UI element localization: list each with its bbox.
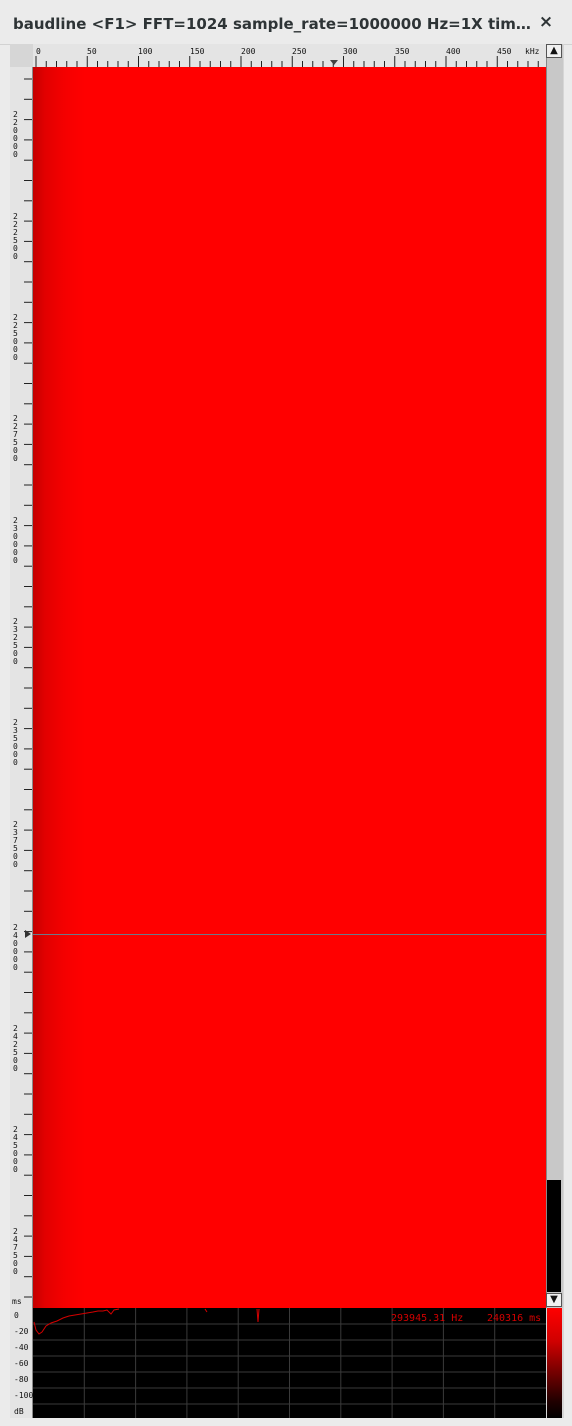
scrollbar-thumb[interactable] bbox=[547, 1180, 561, 1292]
time-label: 232500 bbox=[13, 617, 18, 666]
db-label: -40 bbox=[14, 1343, 29, 1352]
freq-label: 0 bbox=[36, 47, 41, 56]
time-label: 247500 bbox=[13, 1227, 18, 1276]
freq-label: 100 bbox=[138, 47, 153, 56]
db-label: 0 bbox=[14, 1311, 19, 1320]
db-unit-label: dB bbox=[14, 1407, 24, 1416]
freq-label: 350 bbox=[395, 47, 410, 56]
close-icon[interactable]: × bbox=[536, 12, 556, 32]
frequency-ruler[interactable]: 0 50 100 150 200 250 300 350 400 450 kHz bbox=[33, 44, 546, 68]
freq-label: 50 bbox=[87, 47, 97, 56]
db-axis: 0 -20 -40 -60 -80 -100 dB bbox=[10, 1308, 33, 1418]
time-label: 225000 bbox=[13, 313, 18, 362]
time-label: 235000 bbox=[13, 718, 18, 767]
time-label: 245000 bbox=[13, 1125, 18, 1174]
db-label: -100 bbox=[14, 1391, 34, 1400]
time-label: 237500 bbox=[13, 820, 18, 869]
time-label: 242500 bbox=[13, 1024, 18, 1073]
frequency-ruler-ticks bbox=[35, 56, 539, 67]
time-label: 227500 bbox=[13, 414, 18, 463]
freq-label: 300 bbox=[343, 47, 358, 56]
spectrum-graph[interactable] bbox=[33, 1308, 546, 1418]
freq-unit-label: kHz bbox=[525, 47, 540, 56]
spectrum-graph-plot bbox=[33, 1308, 546, 1418]
time-readout: 240316 ms bbox=[487, 1313, 542, 1324]
db-label: -60 bbox=[14, 1359, 29, 1368]
time-label: 230000 bbox=[13, 516, 18, 565]
db-label: -20 bbox=[14, 1327, 29, 1336]
freq-label: 200 bbox=[241, 47, 256, 56]
spectrum-trace bbox=[33, 1308, 260, 1335]
time-unit-label: ms bbox=[12, 1297, 22, 1306]
freq-label: 250 bbox=[292, 47, 307, 56]
freq-label: 450 bbox=[497, 47, 512, 56]
time-label: 240000 bbox=[13, 923, 18, 972]
db-label: -80 bbox=[14, 1375, 29, 1384]
frequency-readout: 293945.31 Hz bbox=[391, 1313, 464, 1324]
vertical-scrollbar[interactable] bbox=[546, 44, 563, 1308]
time-label: 222500 bbox=[13, 212, 18, 261]
freq-label: 150 bbox=[190, 47, 205, 56]
freq-label: 400 bbox=[446, 47, 461, 56]
time-cursor-marker[interactable] bbox=[25, 930, 31, 938]
frequency-cursor-marker[interactable] bbox=[330, 60, 338, 65]
scroll-up-icon[interactable]: ▲ bbox=[546, 44, 562, 58]
time-cursor-line bbox=[33, 934, 546, 935]
time-ruler[interactable]: 220000 222500 225000 227500 230000 23250… bbox=[10, 67, 33, 1308]
window-titlebar[interactable]: baudline <F1> FFT=1024 sample_rate=10000… bbox=[0, 0, 572, 45]
color-scale-bar bbox=[547, 1308, 562, 1418]
time-label: 220000 bbox=[13, 110, 18, 159]
spectrogram-display[interactable] bbox=[33, 67, 546, 1308]
scroll-down-icon[interactable]: ▼ bbox=[546, 1293, 562, 1307]
window-title: baudline <F1> FFT=1024 sample_rate=10000… bbox=[13, 15, 535, 33]
